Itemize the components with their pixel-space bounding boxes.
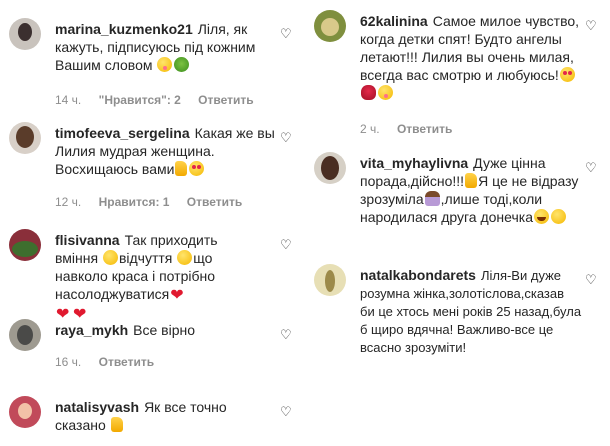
like-heart-icon[interactable]: ♡ bbox=[280, 238, 292, 251]
avatar[interactable] bbox=[9, 18, 41, 50]
comment-item: timofeeva_sergelina Какая же вы Лилия муд… bbox=[0, 122, 300, 212]
like-heart-icon[interactable]: ♡ bbox=[280, 405, 292, 418]
comment-text: vita_myhaylivna Дуже цінна порада,дійсно!… bbox=[360, 154, 582, 226]
comment-username[interactable]: natalkabondarets bbox=[360, 267, 476, 283]
avatar[interactable] bbox=[9, 319, 41, 351]
like-heart-icon[interactable]: ♡ bbox=[280, 131, 292, 144]
like-heart-icon[interactable]: ♡ bbox=[585, 19, 597, 32]
smiling-face-icon bbox=[157, 57, 173, 72]
avatar[interactable] bbox=[9, 229, 41, 261]
red-heart-icon: ❤ bbox=[170, 287, 184, 304]
comment-item: flisivanna Так приходить вміння відчуття … bbox=[0, 229, 300, 323]
comment-item: vita_myhaylivna Дуже цінна порада,дійсно!… bbox=[305, 152, 605, 252]
heart-eyes-icon bbox=[189, 161, 205, 176]
comment-body: Все вірно bbox=[133, 322, 196, 338]
comment-username[interactable]: marina_kuzmenko21 bbox=[55, 21, 193, 37]
comment-item: marina_kuzmenko21 Ліля, як кажуть, підпис… bbox=[0, 18, 300, 108]
comment-meta: 14 ч. "Нравится": 2 Ответить bbox=[55, 93, 268, 107]
comment-item: natalisyvash Як все точно сказано ♡ bbox=[0, 396, 300, 446]
comment-username[interactable]: natalisyvash bbox=[55, 399, 139, 415]
like-heart-icon[interactable]: ♡ bbox=[585, 273, 597, 286]
comment-time[interactable]: 16 ч. bbox=[55, 355, 81, 369]
comment-text: natalisyvash Як все точно сказано bbox=[55, 398, 255, 434]
like-heart-icon[interactable]: ♡ bbox=[585, 161, 597, 174]
avatar[interactable] bbox=[314, 10, 346, 42]
comment-body: відчуття bbox=[118, 250, 173, 266]
comment-text: marina_kuzmenko21 Ліля, як кажуть, підпис… bbox=[55, 20, 277, 74]
yum-face-icon bbox=[378, 85, 393, 100]
comment-item: 62kalinina Самое милое чувство, когда дет… bbox=[305, 10, 605, 140]
comment-time[interactable]: 2 ч. bbox=[360, 122, 380, 136]
tree-face-icon bbox=[174, 57, 190, 72]
comment-text: raya_mykh Все вірно bbox=[55, 321, 277, 339]
comment-username[interactable]: flisivanna bbox=[55, 232, 120, 248]
like-heart-icon[interactable]: ♡ bbox=[280, 27, 292, 40]
reply-button[interactable]: Ответить bbox=[99, 355, 154, 369]
thumbs-up-icon bbox=[465, 173, 478, 188]
comment-username[interactable]: vita_myhaylivna bbox=[360, 155, 468, 171]
reply-button[interactable]: Ответить bbox=[397, 122, 452, 136]
avatar[interactable] bbox=[314, 264, 346, 296]
avatar[interactable] bbox=[314, 152, 346, 184]
comment-text: natalkabondarets Ліля-Ви дуже розумна жін… bbox=[360, 266, 582, 357]
comment-username[interactable]: 62kalinina bbox=[360, 13, 428, 29]
smiling-face-icon bbox=[551, 209, 566, 224]
comment-text: 62kalinina Самое милое чувство, когда дет… bbox=[360, 12, 582, 102]
laughing-face-icon bbox=[534, 209, 549, 224]
woman-facepalming-icon bbox=[424, 191, 440, 206]
thumbs-up-icon bbox=[175, 161, 188, 176]
reply-button[interactable]: Ответить bbox=[187, 195, 242, 209]
comment-username[interactable]: timofeeva_sergelina bbox=[55, 125, 190, 141]
like-heart-icon[interactable]: ♡ bbox=[280, 328, 292, 341]
comment-time[interactable]: 12 ч. bbox=[55, 195, 81, 209]
comment-meta: 12 ч. Нравится: 1 Ответить bbox=[55, 195, 256, 209]
smiling-face-icon bbox=[177, 250, 193, 265]
comment-username[interactable]: raya_mykh bbox=[55, 322, 128, 338]
rose-icon bbox=[361, 85, 376, 100]
reply-button[interactable]: Ответить bbox=[198, 93, 253, 107]
comment-item: natalkabondarets Ліля-Ви дуже розумна жін… bbox=[305, 264, 605, 394]
comment-text: flisivanna Так приходить вміння відчуття … bbox=[55, 231, 255, 323]
comment-likes[interactable]: Нравится: 1 bbox=[99, 195, 170, 209]
comment-item: raya_mykh Все вірно ♡ 16 ч. Ответить bbox=[0, 319, 300, 379]
comment-likes[interactable]: "Нравится": 2 bbox=[99, 93, 181, 107]
comment-meta: 16 ч. Ответить bbox=[55, 355, 168, 369]
comment-text: timofeeva_sergelina Какая же вы Лилия муд… bbox=[55, 124, 277, 178]
comment-meta: 2 ч. Ответить bbox=[360, 122, 466, 136]
avatar[interactable] bbox=[9, 396, 41, 428]
heart-eyes-icon bbox=[559, 67, 575, 82]
comment-time[interactable]: 14 ч. bbox=[55, 93, 81, 107]
avatar[interactable] bbox=[9, 122, 41, 154]
smiling-face-icon bbox=[102, 250, 118, 265]
thumbs-up-icon bbox=[110, 417, 123, 432]
